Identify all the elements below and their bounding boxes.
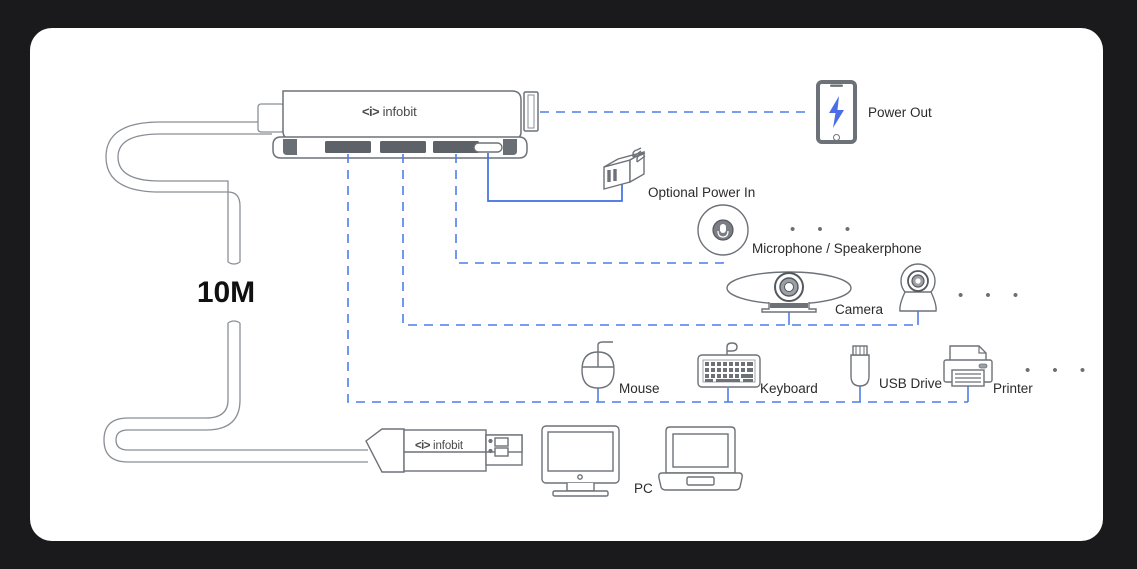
usb-drive-icon: [850, 345, 870, 387]
monitor-icon: [541, 425, 620, 497]
hub-side-port-inner: [527, 94, 535, 129]
label-usb-drive: USB Drive: [879, 376, 943, 391]
hub-cable-gland: [257, 103, 285, 133]
usb-a-port-3[interactable]: [433, 141, 479, 153]
label-power-out: Power Out: [868, 105, 932, 120]
ptz-camera-icon: [899, 263, 937, 312]
hub-end-cap-right: [503, 139, 517, 155]
phone-charging-icon: [816, 80, 857, 144]
label-power-in: Optional Power In: [648, 185, 756, 200]
connector-brand-mark: <i>: [415, 440, 430, 452]
hub-end-cap-left: [283, 139, 297, 155]
cable-length-label: 10M: [197, 276, 255, 309]
keyboard-icon: [697, 342, 761, 388]
link-camera: [402, 154, 918, 326]
label-mouse: Mouse: [619, 381, 660, 396]
hub-brand-logo: <i> infobit: [362, 104, 417, 119]
connection-diagram: 10M: [103, 80, 993, 497]
usb-a-port-1[interactable]: [325, 141, 371, 153]
label-pc: PC: [634, 481, 653, 496]
usb-hub[interactable]: [257, 90, 539, 159]
usb-a-port-2[interactable]: [380, 141, 426, 153]
ellipsis-microphone: • • •: [790, 221, 860, 238]
conference-camera-icon: [726, 271, 852, 313]
laptop-icon: [658, 426, 743, 491]
connector-brand-name: infobit: [433, 440, 464, 452]
hub-brand-name: infobit: [382, 104, 417, 119]
speakerphone-icon: [697, 204, 749, 256]
usb-c-port[interactable]: [473, 142, 503, 153]
label-microphone: Microphone / Speakerphone: [752, 241, 922, 256]
power-adapter-icon: [603, 147, 646, 190]
cable-upper: [105, 121, 272, 265]
label-keyboard: Keyboard: [760, 381, 818, 396]
cable-lower: [103, 320, 368, 463]
label-printer: Printer: [993, 381, 1033, 396]
label-camera: Camera: [835, 302, 884, 317]
ellipsis-printer: • • •: [1025, 362, 1095, 379]
link-microphone: [455, 154, 724, 264]
mouse-icon: [581, 341, 615, 389]
link-power-in: [487, 153, 623, 202]
hub-brand-mark: <i>: [362, 104, 380, 119]
diagram-stage: 10M <i> infobit <i> infobit Power Out Op…: [0, 0, 1137, 569]
printer-icon: [943, 345, 993, 387]
ellipsis-camera: • • •: [958, 287, 1028, 304]
connector-brand-logo: <i> infobit: [415, 440, 463, 452]
